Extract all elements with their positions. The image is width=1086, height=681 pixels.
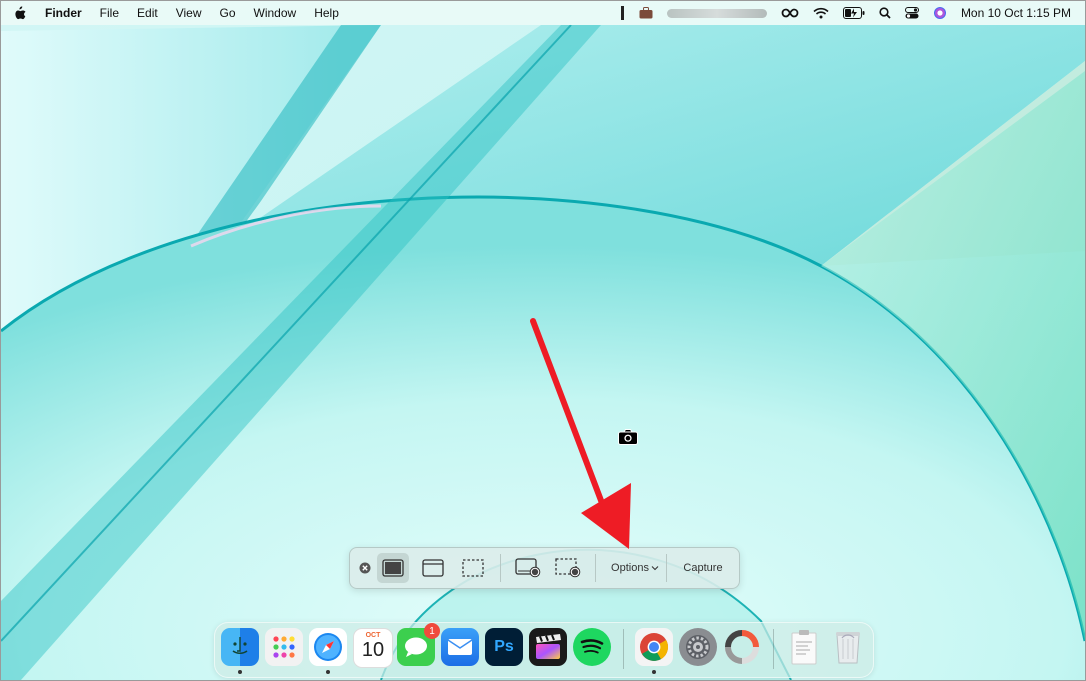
annotation-arrow (530, 318, 631, 549)
desktop: Finder File Edit View Go Window Help Mon… (0, 0, 1086, 681)
